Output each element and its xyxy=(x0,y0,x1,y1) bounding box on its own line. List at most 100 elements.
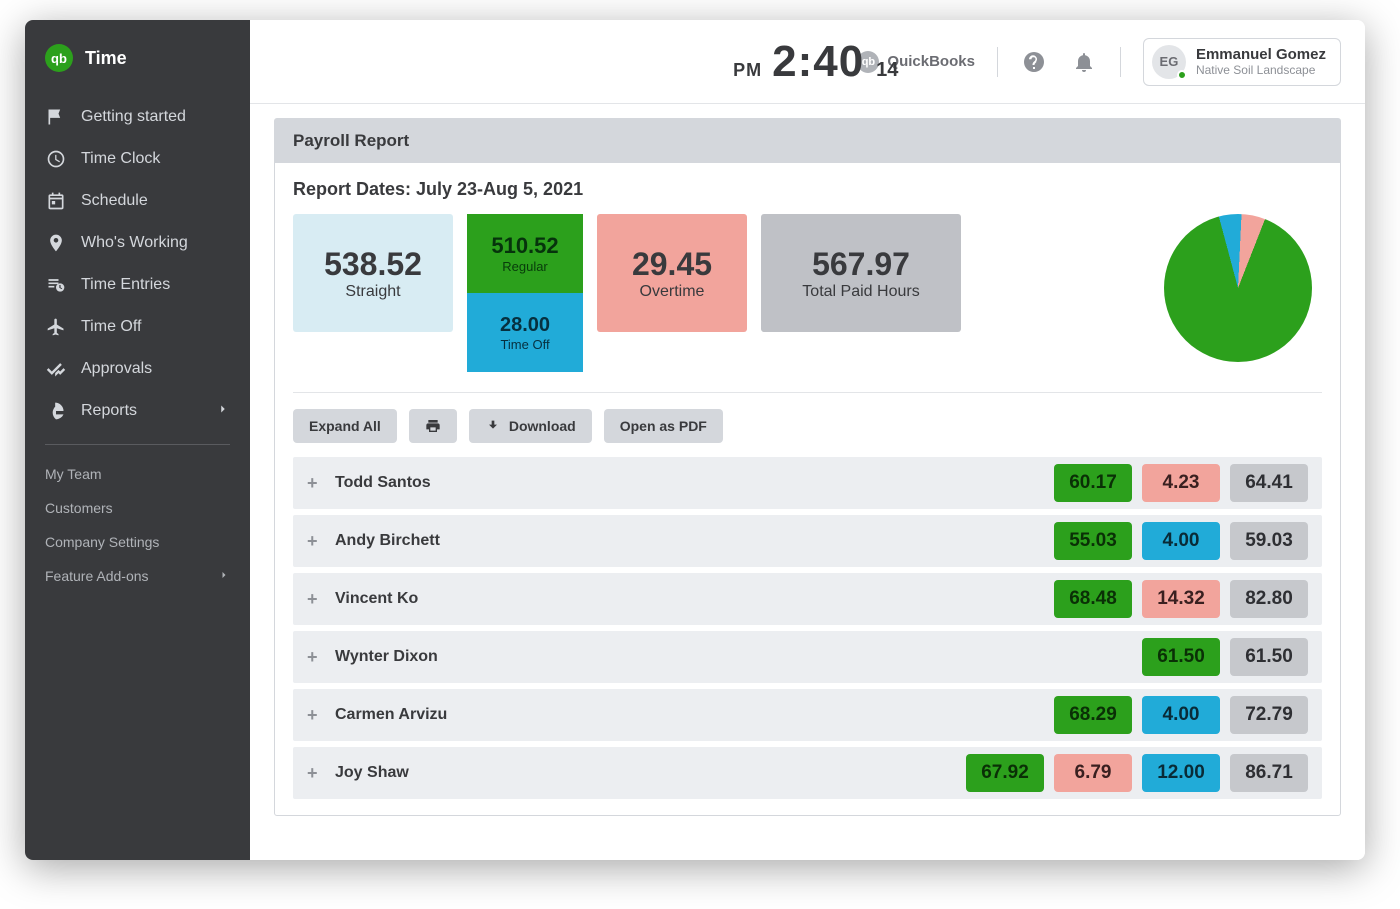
user-menu[interactable]: EG Emmanuel Gomez Native Soil Landscape xyxy=(1143,38,1341,86)
help-button[interactable] xyxy=(1020,48,1048,76)
tile-straight-label: Straight xyxy=(345,283,400,301)
expand-row-icon[interactable]: + xyxy=(307,531,321,552)
sidebar-item-time-off[interactable]: Time Off xyxy=(25,306,250,348)
badge-total: 64.41 xyxy=(1230,464,1308,502)
expand-row-icon[interactable]: + xyxy=(307,473,321,494)
sidebar-sub-label: My Team xyxy=(45,466,102,482)
employee-name: Carmen Arvizu xyxy=(335,706,1040,724)
sidebar-sub-feature-addons[interactable]: Feature Add-ons xyxy=(25,559,250,593)
employee-name: Joy Shaw xyxy=(335,764,952,782)
badge-regular: 68.48 xyxy=(1054,580,1132,618)
avatar-initials: EG xyxy=(1160,54,1179,69)
expand-row-icon[interactable]: + xyxy=(307,647,321,668)
table-row: +Joy Shaw67.926.7912.0086.71 xyxy=(293,747,1322,799)
double-check-icon xyxy=(45,359,67,379)
tile-timeoff-label: Time Off xyxy=(500,337,549,352)
sidebar: qb Time Getting started Time Clock Sched… xyxy=(25,20,250,860)
tile-overtime-value: 29.45 xyxy=(632,246,712,283)
sidebar-sub-label: Company Settings xyxy=(45,534,159,550)
expand-row-icon[interactable]: + xyxy=(307,589,321,610)
tile-stack: 510.52 Regular 28.00 Time Off xyxy=(467,214,583,372)
badge-total: 72.79 xyxy=(1230,696,1308,734)
badge-regular: 55.03 xyxy=(1054,522,1132,560)
pie-chart-icon xyxy=(45,401,67,421)
notifications-button[interactable] xyxy=(1070,48,1098,76)
download-icon xyxy=(485,418,501,434)
sidebar-item-label: Time Off xyxy=(81,318,230,336)
badge-total: 82.80 xyxy=(1230,580,1308,618)
brand: qb Time xyxy=(25,38,250,96)
sidebar-item-time-entries[interactable]: Time Entries xyxy=(25,264,250,306)
sidebar-item-whos-working[interactable]: Who's Working xyxy=(25,222,250,264)
table-row: + Wynter Dixon 61.5061.50 xyxy=(293,631,1322,683)
button-label: Open as PDF xyxy=(620,418,707,434)
badge-overtime: 4.23 xyxy=(1142,464,1220,502)
panel-title: Payroll Report xyxy=(275,119,1340,163)
help-icon xyxy=(1022,50,1046,74)
table-row: +Carmen Arvizu68.294.0072.79 xyxy=(293,689,1322,741)
main-area: PM 2:40 14 qb QuickBooks xyxy=(250,20,1365,860)
row-badges: 55.03 4.00 59.03 xyxy=(1054,522,1308,560)
sidebar-item-label: Time Clock xyxy=(81,150,230,168)
sidebar-sub-label: Customers xyxy=(45,500,113,516)
printer-icon xyxy=(425,418,441,434)
sidebar-item-approvals[interactable]: Approvals xyxy=(25,348,250,390)
pie-chart-container xyxy=(1164,214,1322,372)
sidebar-sub-company-settings[interactable]: Company Settings xyxy=(25,525,250,559)
sidebar-item-time-clock[interactable]: Time Clock xyxy=(25,138,250,180)
tile-overtime-label: Overtime xyxy=(640,283,705,301)
topbar: PM 2:40 14 qb QuickBooks xyxy=(250,20,1365,104)
user-company: Native Soil Landscape xyxy=(1196,63,1326,77)
sidebar-sub-customers[interactable]: Customers xyxy=(25,491,250,525)
table-row: +Vincent Ko68.4814.3282.80 xyxy=(293,573,1322,625)
clock: PM 2:40 14 xyxy=(733,37,898,87)
sidebar-item-label: Schedule xyxy=(81,192,230,210)
expand-row-icon[interactable]: + xyxy=(307,763,321,784)
tile-regular: 510.52 Regular xyxy=(467,214,583,293)
sidebar-item-label: Reports xyxy=(81,402,202,420)
status-online-icon xyxy=(1177,70,1187,80)
badge-timeoff: 4.00 xyxy=(1142,522,1220,560)
sidebar-item-label: Time Entries xyxy=(81,276,230,294)
tile-total: 567.97 Total Paid Hours xyxy=(761,214,961,332)
employee-name: Todd Santos xyxy=(335,474,1040,492)
employee-name: Wynter Dixon xyxy=(335,648,1128,666)
content: Payroll Report Report Dates: July 23-Aug… xyxy=(250,104,1365,860)
clock-icon xyxy=(45,149,67,169)
location-pin-icon xyxy=(45,233,67,253)
employee-name: Andy Birchett xyxy=(335,532,1040,550)
badge-total: 86.71 xyxy=(1230,754,1308,792)
badge-regular: 60.17 xyxy=(1054,464,1132,502)
button-label: Expand All xyxy=(309,418,381,434)
clock-time: 2:40 xyxy=(772,37,864,87)
list-clock-icon xyxy=(45,275,67,295)
report-dates: Report Dates: July 23-Aug 5, 2021 xyxy=(293,179,1322,200)
sidebar-item-reports[interactable]: Reports xyxy=(25,390,250,432)
open-pdf-button[interactable]: Open as PDF xyxy=(604,409,723,443)
print-button[interactable] xyxy=(409,409,457,443)
expand-row-icon[interactable]: + xyxy=(307,705,321,726)
clock-ampm: PM xyxy=(733,60,762,81)
divider xyxy=(1120,47,1121,77)
brand-name: Time xyxy=(85,48,127,69)
row-badges: 61.5061.50 xyxy=(1142,638,1308,676)
sidebar-sub-my-team[interactable]: My Team xyxy=(25,457,250,491)
bell-icon xyxy=(1072,50,1096,74)
download-button[interactable]: Download xyxy=(469,409,592,443)
table-row: + Todd Santos 60.17 4.23 64.41 xyxy=(293,457,1322,509)
pie-chart xyxy=(1164,214,1312,362)
badge-total: 59.03 xyxy=(1230,522,1308,560)
sidebar-item-label: Approvals xyxy=(81,360,230,378)
row-badges: 60.17 4.23 64.41 xyxy=(1054,464,1308,502)
sidebar-item-schedule[interactable]: Schedule xyxy=(25,180,250,222)
tile-timeoff-value: 28.00 xyxy=(500,314,550,337)
table-row: + Andy Birchett 55.03 4.00 59.03 xyxy=(293,515,1322,567)
badge-total: 61.50 xyxy=(1230,638,1308,676)
tile-timeoff: 28.00 Time Off xyxy=(467,293,583,372)
expand-all-button[interactable]: Expand All xyxy=(293,409,397,443)
badge-overtime: 6.79 xyxy=(1054,754,1132,792)
sidebar-item-getting-started[interactable]: Getting started xyxy=(25,96,250,138)
calendar-icon xyxy=(45,191,67,211)
app-frame: qb Time Getting started Time Clock Sched… xyxy=(25,20,1365,860)
topbar-right: qb QuickBooks EG Emmanuel xyxy=(857,38,1341,86)
